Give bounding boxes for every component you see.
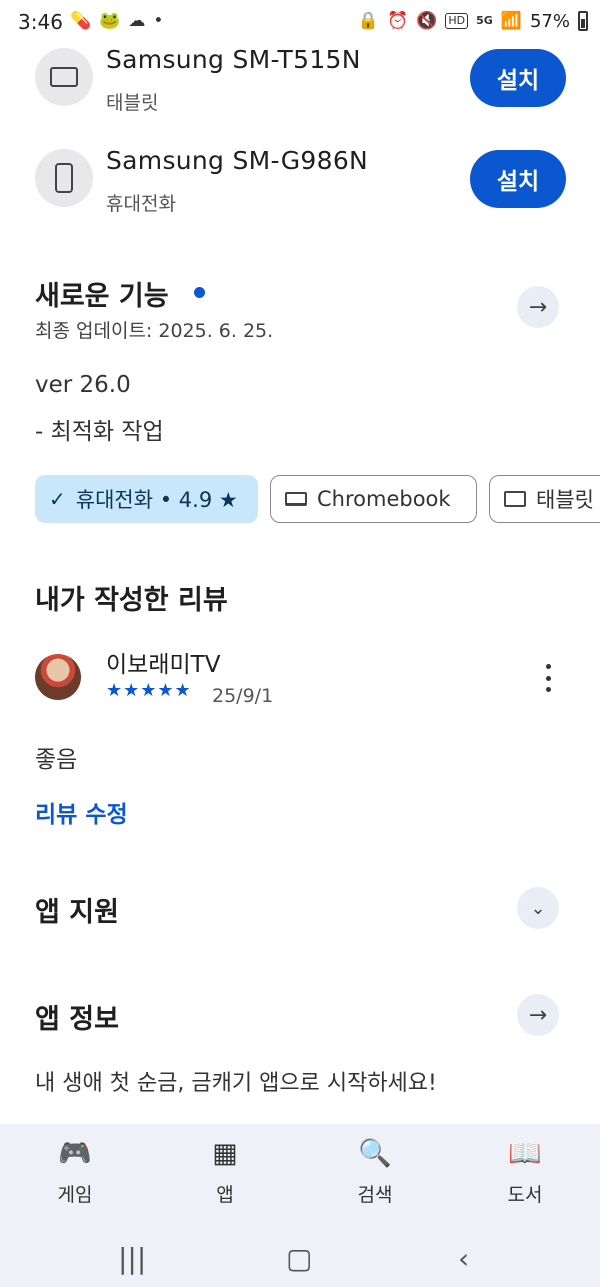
cloud-icon: ☁ — [128, 11, 146, 31]
dot-icon: • — [153, 11, 164, 31]
chip-label: Chromebook — [317, 487, 451, 511]
5g-icon: 5G — [476, 14, 493, 27]
chevron-down-icon: ⌄ — [530, 897, 546, 919]
back-icon[interactable]: ‹ — [458, 1242, 469, 1275]
new-indicator-dot — [194, 287, 205, 298]
reviewer-name: 이보래미TV — [106, 652, 221, 678]
install-button[interactable]: 설치 — [470, 150, 566, 208]
search-icon: 🔍 — [358, 1138, 392, 1169]
release-note: - 최적화 작업 — [35, 419, 164, 445]
mascot-icon: 🐸 — [99, 11, 121, 31]
pill-icon: 💊 — [70, 11, 92, 31]
device-type: 휴대전화 — [106, 193, 176, 215]
app-info-arrow-button[interactable]: → — [517, 994, 559, 1036]
star-rating: ★★★★★ — [106, 680, 192, 701]
nav-books[interactable]: 📖 도서 — [475, 1136, 575, 1207]
signal-icon: 📶 — [500, 11, 522, 31]
device-type: 태블릿 — [106, 92, 159, 114]
chip-phone[interactable]: ✓ 휴대전화 • 4.9 ★ — [35, 475, 258, 523]
chip-tablet[interactable]: 태블릿 — [489, 475, 600, 523]
bottom-navigation: 🎮 게임 ▦ 앱 🔍 검색 📖 도서 ||| ▢ ‹ — [0, 1124, 600, 1287]
tablet-icon — [35, 48, 93, 106]
avatar — [35, 654, 81, 700]
laptop-icon — [285, 492, 307, 506]
last-updated: 최종 업데이트: 2025. 6. 25. — [35, 320, 274, 342]
device-name: Samsung SM-T515N — [106, 45, 361, 74]
nav-search[interactable]: 🔍 검색 — [325, 1136, 425, 1207]
chip-chromebook[interactable]: Chromebook — [270, 475, 477, 523]
review-text: 좋음 — [35, 747, 78, 773]
app-description: 내 생애 첫 순금, 금캐기 앱으로 시작하세요! — [35, 1071, 437, 1096]
whats-new-arrow-button[interactable]: → — [517, 286, 559, 328]
recent-apps-icon[interactable]: ||| — [118, 1242, 146, 1275]
device-row: Samsung SM-T515N 태블릿 설치 — [0, 33, 600, 123]
nav-games[interactable]: 🎮 게임 — [25, 1136, 125, 1207]
hd-icon: HD — [445, 13, 469, 29]
install-button[interactable]: 설치 — [470, 49, 566, 107]
apps-grid-icon: ▦ — [212, 1138, 238, 1169]
app-support-title[interactable]: 앱 지원 — [35, 890, 119, 929]
device-row: Samsung SM-G986N 휴대전화 설치 — [0, 134, 600, 224]
my-review-title: 내가 작성한 리뷰 — [35, 585, 228, 616]
whats-new-title[interactable]: 새로운 기능 — [35, 274, 169, 313]
chip-label: 태블릿 — [536, 488, 594, 512]
battery-icon — [578, 11, 588, 31]
check-icon: ✓ — [49, 487, 66, 511]
mute-icon: 🔇 — [416, 11, 438, 31]
edit-review-link[interactable]: 리뷰 수정 — [35, 795, 128, 829]
arrow-right-icon: → — [528, 1002, 548, 1028]
home-icon[interactable]: ▢ — [286, 1242, 312, 1275]
nav-label: 게임 — [57, 1184, 93, 1206]
version-text: ver 26.0 — [35, 372, 131, 398]
lock-icon: 🔒 — [357, 11, 380, 31]
status-time: 3:46 — [18, 10, 63, 34]
alarm-icon: ⏰ — [387, 11, 409, 31]
app-support-expand-button[interactable]: ⌄ — [517, 887, 559, 929]
nav-label: 검색 — [357, 1184, 393, 1206]
nav-label: 도서 — [507, 1184, 543, 1206]
gamepad-icon: 🎮 — [58, 1138, 92, 1169]
book-icon: 📖 — [508, 1138, 542, 1169]
battery-percent: 57% — [529, 10, 570, 32]
tablet-icon — [504, 491, 526, 507]
phone-icon — [35, 149, 93, 207]
app-info-title[interactable]: 앱 정보 — [35, 997, 119, 1036]
chip-label: 휴대전화 • 4.9 ★ — [75, 488, 238, 512]
device-name: Samsung SM-G986N — [106, 146, 369, 175]
nav-label: 앱 — [216, 1184, 234, 1206]
more-options-icon[interactable] — [536, 664, 560, 692]
arrow-right-icon: → — [528, 294, 548, 320]
nav-apps[interactable]: ▦ 앱 — [175, 1136, 275, 1207]
review-date: 25/9/1 — [212, 685, 274, 707]
